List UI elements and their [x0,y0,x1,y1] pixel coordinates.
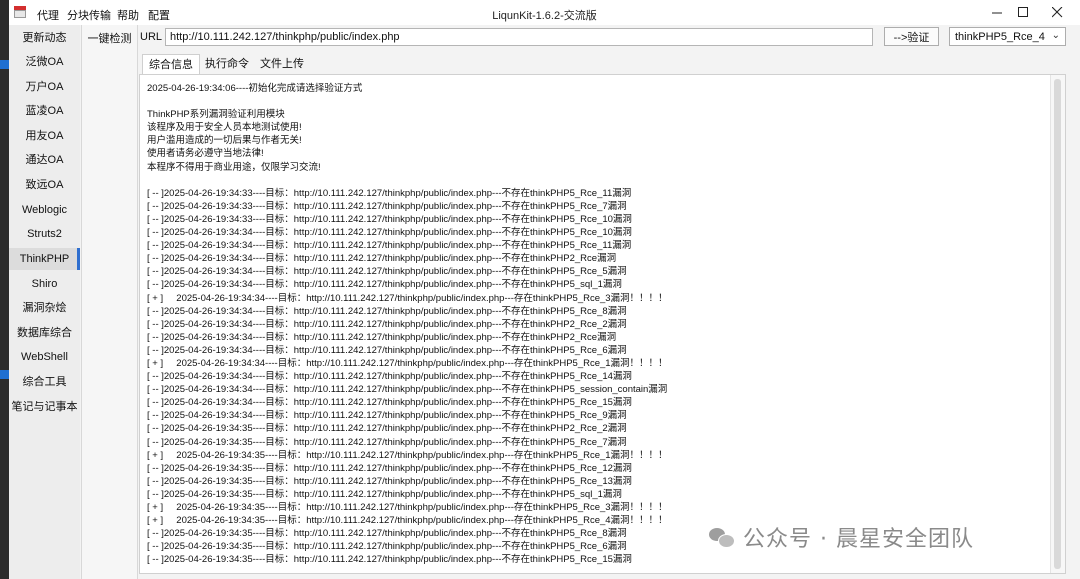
sub-navigation: 一键检测 [81,25,138,579]
sidebar-item-wanhu-oa[interactable]: 万户OA [9,76,80,98]
sidebar-item-shiro[interactable]: Shiro [9,273,80,295]
verify-button[interactable]: -->验证 [884,27,939,46]
log-line: [ -- ]2025-04-26-19:34:33----目标：http://1… [147,187,632,199]
desktop-edge [0,0,9,579]
log-line: 2025-04-26-19:34:06----初始化完成请选择验证方式 [147,83,363,94]
log-line: [ + ] 2025-04-26-19:34:35----目标：http://1… [147,502,668,513]
log-line: [ -- ]2025-04-26-19:34:35----目标：http://1… [147,554,632,566]
chevron-down-icon: ⌄ [1051,30,1060,41]
log-line: 使用者请务必遵守当地法律! [147,148,264,160]
sidebar-item-seeyon-oa[interactable]: 致远OA [9,174,80,196]
scrollbar-thumb[interactable] [1054,79,1061,569]
sidebar-item-struts2[interactable]: Struts2 [9,223,80,245]
log-line: [ + ] 2025-04-26-19:34:35----目标：http://1… [147,449,668,461]
log-line: [ -- ]2025-04-26-19:34:34----目标：http://1… [147,240,632,252]
log-line: [ -- ]2025-04-26-19:34:34----目标：http://1… [147,305,627,317]
log-line: ThinkPHP系列漏洞验证利用模块 [147,109,285,121]
sidebar-item-updates[interactable]: 更新动态 [9,27,80,49]
close-icon [1051,7,1062,18]
maximize-icon [1017,7,1028,17]
sidebar-item-misc-vulns[interactable]: 漏洞杂烩 [9,297,80,319]
log-line: [ -- ]2025-04-26-19:34:34----目标：http://1… [147,279,622,291]
close-button[interactable] [1034,0,1080,25]
sidebar-item-weblogic[interactable]: Weblogic [9,199,80,221]
log-panel[interactable]: 2025-04-26-19:34:06----初始化完成请选择验证方式 Think… [139,74,1066,574]
sidebar-item-tools[interactable]: 综合工具 [9,371,80,393]
log-line: [ -- ]2025-04-26-19:34:35----目标：http://1… [147,423,627,435]
log-line: [ -- ]2025-04-26-19:34:34----目标：http://1… [147,253,617,265]
sidebar-item-tongda-oa[interactable]: 通达OA [9,149,80,171]
version-select-value: thinkPHP5_Rce_4 [955,31,1045,43]
log-line: [ + ] 2025-04-26-19:34:34----目标：http://1… [147,292,668,304]
menu-proxy[interactable]: 代理 [37,7,59,23]
app-icon [14,6,26,18]
subnav-one-click-detect[interactable]: 一键检测 [82,30,137,46]
sidebar-item-notes[interactable]: 笔记与记事本 [9,396,80,418]
log-line: 用户滥用造成的一切后果与作者无关! [147,135,302,147]
menu-chunked-transfer[interactable]: 分块传输 [67,7,111,23]
log-output: 2025-04-26-19:34:06----初始化完成请选择验证方式 Think… [147,82,1047,566]
log-line: [ + ] 2025-04-26-19:34:34----目标：http://1… [147,357,668,369]
log-line: [ -- ]2025-04-26-19:34:35----目标：http://1… [147,488,622,500]
log-scrollbar[interactable] [1050,75,1065,573]
log-line: [ -- ]2025-04-26-19:34:35----目标：http://1… [147,462,632,474]
log-line: [ -- ]2025-04-26-19:34:34----目标：http://1… [147,344,627,356]
url-input[interactable] [165,28,873,46]
tab-overview[interactable]: 综合信息 [142,54,200,75]
log-line: [ -- ]2025-04-26-19:34:34----目标：http://1… [147,227,632,239]
log-line: [ -- ]2025-04-26-19:34:34----目标：http://1… [147,410,627,422]
tab-exec-command[interactable]: 执行命令 [199,54,255,74]
log-line: [ -- ]2025-04-26-19:34:34----目标：http://1… [147,318,627,330]
log-line: 该程序及用于安全人员本地测试使用! [147,122,302,134]
log-line: 本程序不得用于商业用途，仅限学习交流! [147,161,321,173]
menu-help[interactable]: 帮助 [117,7,139,23]
sidebar-item-webshell[interactable]: WebShell [9,346,80,368]
menu-config[interactable]: 配置 [148,7,170,23]
log-line: [ -- ]2025-04-26-19:34:34----目标：http://1… [147,371,632,383]
sidebar-item-thinkphp[interactable]: ThinkPHP [9,248,80,270]
log-line: [ -- ]2025-04-26-19:34:35----目标：http://1… [147,436,627,448]
sidebar-item-landray-oa[interactable]: 蓝凌OA [9,100,80,122]
sidebar-item-weaver-oa[interactable]: 泛微OA [9,51,80,73]
wechat-icon [709,526,735,548]
log-line: [ -- ]2025-04-26-19:34:34----目标：http://1… [147,331,617,343]
watermark: 公众号 · 晨星安全团队 [709,520,974,554]
sidebar: 更新动态 泛微OA 万户OA 蓝凌OA 用友OA 通达OA 致远OA Weblo… [9,25,80,579]
tab-file-upload[interactable]: 文件上传 [254,54,310,74]
sidebar-item-database[interactable]: 数据库综合 [9,322,80,344]
log-line: [ -- ]2025-04-26-19:34:34----目标：http://1… [147,266,627,278]
log-line: [ -- ]2025-04-26-19:34:34----目标：http://1… [147,384,668,396]
sidebar-item-yonyou-oa[interactable]: 用友OA [9,125,80,147]
title-bar: 代理 分块传输 帮助 配置 LiqunKit-1.6.2-交流版 [9,0,1080,25]
watermark-text: 公众号 · 晨星安全团队 [743,527,974,552]
desktop-edge-mark [0,60,9,69]
url-label: URL [140,31,163,43]
log-line: [ -- ]2025-04-26-19:34:33----目标：http://1… [147,213,632,225]
desktop-edge-mark [0,370,9,379]
app-window: 代理 分块传输 帮助 配置 LiqunKit-1.6.2-交流版 更新动态 泛微… [9,0,1080,579]
log-line: [ -- ]2025-04-26-19:34:35----目标：http://1… [147,475,632,487]
log-line: [ -- ]2025-04-26-19:34:34----目标：http://1… [147,397,632,409]
log-line: [ -- ]2025-04-26-19:34:33----目标：http://1… [147,200,627,212]
version-select[interactable]: thinkPHP5_Rce_4 ⌄ [949,27,1066,46]
